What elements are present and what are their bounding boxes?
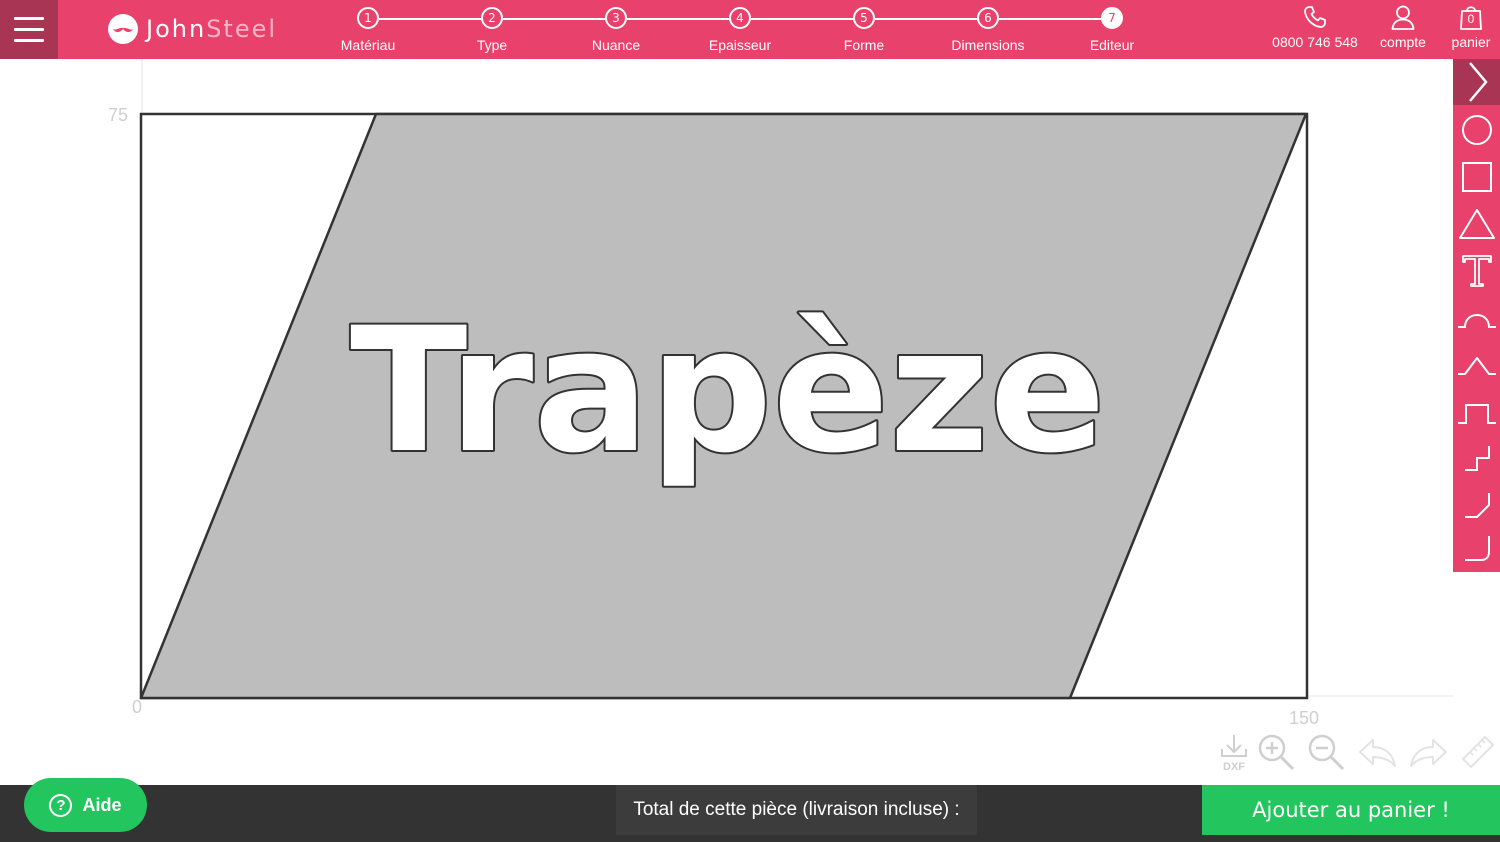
triangle-tool-icon [1458, 209, 1495, 239]
step-editeur[interactable]: 7 Editeur [1050, 7, 1174, 53]
circle-tool-button[interactable] [1453, 107, 1500, 153]
account-label: compte [1380, 34, 1426, 50]
step-dimensions[interactable]: 6 Dimensions [926, 7, 1050, 53]
phone-icon [1304, 6, 1326, 28]
brand-name: JohnSteel [146, 15, 277, 43]
step-number: 6 [977, 7, 999, 29]
menu-button[interactable] [0, 0, 58, 59]
step-label: Type [476, 37, 508, 53]
ruler-icon [1462, 736, 1494, 768]
total-label: Total de cette pièce (livraison incluse)… [633, 799, 960, 820]
menu-bar-icon [14, 39, 44, 42]
step-label: Matériau [340, 37, 396, 53]
step-progress: 1 Matériau 2 Type 3 Nuance 4 Epaisseur 5… [306, 0, 1174, 59]
step-label: Dimensions [951, 37, 1025, 53]
axis-x-min-label: 0 [132, 697, 142, 717]
text-tool-button[interactable] [1453, 248, 1500, 294]
zoom-in-icon [1258, 734, 1295, 771]
mustache-icon [108, 14, 138, 44]
step-label: Epaisseur [708, 37, 772, 53]
step-number: 5 [853, 7, 875, 29]
cart-bag-icon: 0 [1459, 4, 1483, 30]
brand-name-part1: John [146, 15, 207, 43]
total-price: Total de cette pièce (livraison incluse)… [616, 785, 977, 835]
step-tool-button[interactable] [1453, 436, 1500, 482]
app-root: JohnSteel 1 Matériau 2 Type 3 Nuance 4 E… [0, 0, 1500, 842]
brand-name-part2: Steel [206, 15, 278, 43]
step-materiau[interactable]: 1 Matériau [306, 7, 430, 53]
notch-tool-icon [1457, 404, 1496, 424]
circle-tool-icon [1461, 115, 1492, 145]
undo-button[interactable] [1356, 730, 1400, 774]
step-epaisseur[interactable]: 4 Epaisseur [678, 7, 802, 53]
step-number: 4 [729, 7, 751, 29]
help-label: Aide [82, 794, 122, 815]
step-tool-icon [1464, 446, 1490, 471]
square-tool-button[interactable] [1453, 154, 1500, 200]
cart-count: 0 [1467, 12, 1475, 26]
arc-tool-button[interactable] [1453, 295, 1500, 341]
fillet-tool-button[interactable] [1453, 483, 1500, 529]
cart-link[interactable]: 0 panier [1446, 4, 1496, 50]
square-tool-icon [1461, 162, 1492, 192]
step-number: 3 [605, 7, 627, 29]
arc-tool-icon [1457, 314, 1496, 328]
brand-logo[interactable]: JohnSteel [108, 12, 277, 46]
add-to-cart-button[interactable]: Ajouter au panier ! [1202, 785, 1500, 835]
redo-icon [1410, 739, 1447, 767]
axis-x-max-label: 150 [1289, 708, 1319, 728]
chevron-tool-icon [1457, 357, 1496, 375]
account-link[interactable]: compte [1375, 4, 1431, 50]
step-type[interactable]: 2 Type [430, 7, 554, 53]
step-forme[interactable]: 5 Forme [802, 7, 926, 53]
editor-canvas[interactable]: 75 0 150 Trapèze [0, 59, 1453, 785]
dxf-label: DXF [1223, 761, 1245, 772]
step-nuance[interactable]: 3 Nuance [554, 7, 678, 53]
text-tool-icon [1461, 255, 1492, 287]
axis-y-max-label: 75 [108, 105, 128, 125]
corner-tool-icon [1464, 536, 1490, 561]
redo-button[interactable] [1406, 730, 1450, 774]
step-number: 2 [481, 7, 503, 29]
undo-icon [1359, 739, 1396, 767]
top-header: JohnSteel 1 Matériau 2 Type 3 Nuance 4 E… [0, 0, 1500, 59]
step-label: Editeur [1089, 37, 1135, 53]
user-icon [1391, 5, 1415, 30]
ruler-button[interactable] [1456, 730, 1500, 774]
zoom-in-button[interactable] [1254, 730, 1298, 774]
help-button[interactable]: ? Aide [24, 778, 147, 832]
triangle-tool-button[interactable] [1453, 201, 1500, 247]
step-label: Forme [843, 37, 885, 53]
zoom-out-button[interactable] [1304, 730, 1348, 774]
download-icon: DXF [1221, 735, 1247, 772]
add-to-cart-label: Ajouter au panier ! [1252, 798, 1450, 822]
menu-bar-icon [14, 17, 44, 20]
step-label: Nuance [591, 37, 641, 53]
cart-label: panier [1451, 34, 1491, 50]
footer-bar: ? Aide Total de cette pièce (livraison i… [0, 778, 1500, 842]
chevron-tool-button[interactable] [1453, 342, 1500, 388]
shape-toolbar [1453, 59, 1500, 572]
fillet-tool-icon [1464, 493, 1490, 518]
zoom-out-icon [1308, 734, 1345, 771]
phone-link[interactable]: 0800 746 548 [1272, 4, 1358, 50]
step-number: 1 [357, 7, 379, 29]
notch-tool-button[interactable] [1453, 389, 1500, 435]
dxf-download-button[interactable]: DXF [1212, 730, 1256, 774]
step-number: 7 [1101, 7, 1123, 29]
engraved-text[interactable]: Trapèze [348, 288, 1108, 493]
menu-bar-icon [14, 28, 44, 31]
toolbar-collapse-button[interactable] [1453, 59, 1500, 105]
drawing-svg[interactable]: 75 0 150 Trapèze [0, 59, 1453, 785]
phone-number: 0800 746 548 [1272, 34, 1358, 50]
chevron-right-icon [1468, 62, 1488, 102]
corner-tool-button[interactable] [1453, 526, 1500, 572]
question-icon: ? [49, 793, 73, 817]
